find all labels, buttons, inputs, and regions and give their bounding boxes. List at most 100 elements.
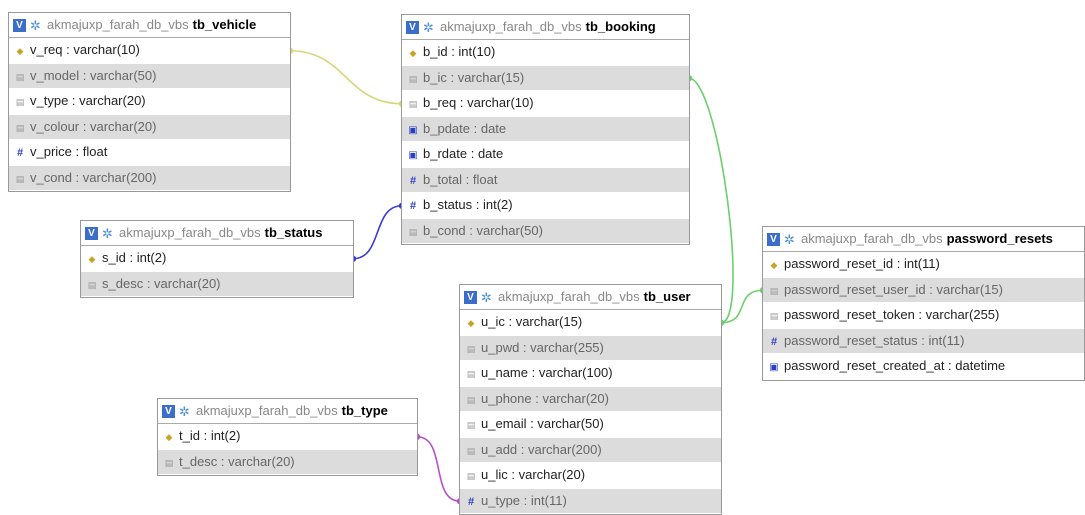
column-name: s_id xyxy=(102,250,126,265)
table-tb-user[interactable]: V ✲ akmajuxp_farah_db_vbs tb_user ◆ u_ic : va… xyxy=(459,284,722,515)
column-separator: : xyxy=(462,171,473,187)
column-separator: : xyxy=(79,67,90,83)
column-row[interactable]: ▤ v_cond : varchar(200) xyxy=(9,165,290,191)
column-row[interactable]: ▤ password_reset_token : varchar(255) xyxy=(763,303,1084,329)
column-type: varchar(20) xyxy=(518,467,586,482)
column-row[interactable]: ▤ u_phone : varchar(20) xyxy=(460,386,721,412)
column-name: b_ic xyxy=(423,69,447,85)
table-tb-status[interactable]: V ✲ akmajuxp_farah_db_vbs tb_status ◆ s_id : … xyxy=(80,220,354,298)
key-icon: ◆ xyxy=(770,260,778,270)
column-row[interactable]: ▣ password_reset_created_at : datetime xyxy=(763,354,1084,380)
numeric-icon: # xyxy=(467,495,475,508)
toggle-columns-button[interactable]: V xyxy=(767,232,780,246)
column-separator: : xyxy=(125,250,137,265)
column-type: varchar(50) xyxy=(89,67,157,83)
column-type: varchar(255) xyxy=(530,339,604,355)
column-name: v_type xyxy=(30,93,69,108)
column-separator: : xyxy=(520,492,531,508)
column-separator: : xyxy=(470,120,481,136)
column-row[interactable]: ◆ s_id : int(2) xyxy=(81,246,353,272)
column-row[interactable]: # password_reset_status : int(11) xyxy=(763,328,1084,354)
column-row[interactable]: ▤ v_type : varchar(20) xyxy=(9,89,290,115)
table-header[interactable]: V ✲ akmajuxp_farah_db_vbs tb_user xyxy=(460,285,721,310)
column-row[interactable]: ◆ u_ic : varchar(15) xyxy=(460,310,721,336)
column-icon: ▤ xyxy=(15,173,25,184)
gear-icon[interactable]: ✲ xyxy=(783,233,796,246)
column-row[interactable]: ◆ b_id : int(10) xyxy=(402,40,689,66)
toggle-columns-button[interactable]: V xyxy=(13,18,26,32)
table-header[interactable]: V ✲ akmajuxp_farah_db_vbs tb_type xyxy=(158,399,417,424)
table-header[interactable]: V ✲ akmajuxp_farah_db_vbs tb_booking xyxy=(402,15,689,40)
column-type: varchar(15) xyxy=(936,281,1003,297)
table-tb-booking[interactable]: V ✲ akmajuxp_farah_db_vbs tb_booking ◆ b_id :… xyxy=(401,14,690,245)
column-row[interactable]: ▤ b_req : varchar(10) xyxy=(402,91,689,117)
toggle-columns-button[interactable]: V xyxy=(162,404,175,418)
column-type: float xyxy=(472,171,498,187)
column-row[interactable]: # b_status : int(2) xyxy=(402,193,689,219)
column-type: varchar(10) xyxy=(73,42,140,57)
gear-icon[interactable]: ✲ xyxy=(101,227,114,240)
column-row[interactable]: ▤ password_reset_user_id : varchar(15) xyxy=(763,277,1084,303)
column-row[interactable]: ▤ u_email : varchar(50) xyxy=(460,412,721,438)
column-icon: ▤ xyxy=(769,311,779,321)
column-type: varchar(255) xyxy=(925,307,1000,322)
column-name: v_model xyxy=(30,67,80,83)
table-header[interactable]: V ✲ akmajuxp_farah_db_vbs password_resets xyxy=(763,227,1084,252)
table-tb-type[interactable]: V ✲ akmajuxp_farah_db_vbs tb_type ◆ t_id : in… xyxy=(157,398,418,476)
gear-icon[interactable]: ✲ xyxy=(178,405,191,418)
gear-icon[interactable]: ✲ xyxy=(422,21,435,34)
column-row[interactable]: ▤ v_model : varchar(50) xyxy=(9,63,290,89)
column-row[interactable]: ▤ u_pwd : varchar(255) xyxy=(460,335,721,361)
table-header[interactable]: V ✲ akmajuxp_farah_db_vbs tb_vehicle xyxy=(9,13,290,38)
column-row[interactable]: ▤ b_cond : varchar(50) xyxy=(402,218,689,244)
column-separator: : xyxy=(893,256,904,271)
table-tb-vehicle[interactable]: V ✲ akmajuxp_farah_db_vbs tb_vehicle ◆ v_req … xyxy=(8,12,291,192)
column-row[interactable]: ◆ t_id : int(2) xyxy=(158,424,417,450)
column-name: u_phone xyxy=(481,390,532,406)
column-name: password_reset_id xyxy=(784,256,894,271)
column-row[interactable]: ◆ v_req : varchar(10) xyxy=(9,38,290,64)
column-icon: ▤ xyxy=(408,226,418,237)
column-name: u_email xyxy=(481,416,527,431)
toggle-columns-button[interactable]: V xyxy=(464,290,477,304)
column-row[interactable]: # b_total : float xyxy=(402,167,689,193)
column-type: varchar(20) xyxy=(228,453,295,469)
column-name: b_pdate xyxy=(423,120,470,136)
column-separator: : xyxy=(527,365,539,380)
database-name: akmajuxp_farah_db_vbs xyxy=(498,289,640,304)
column-icon: ▤ xyxy=(87,279,97,290)
toggle-columns-button[interactable]: V xyxy=(406,20,419,34)
column-row[interactable]: ▤ s_desc : varchar(20) xyxy=(81,271,353,297)
gear-icon[interactable]: ✲ xyxy=(480,291,493,304)
column-separator: : xyxy=(71,144,83,159)
column-row[interactable]: ▣ b_pdate : date xyxy=(402,116,689,142)
column-row[interactable]: # u_type : int(11) xyxy=(460,488,721,514)
column-row[interactable]: ▤ u_lic : varchar(20) xyxy=(460,463,721,489)
column-icon: ▤ xyxy=(466,394,476,405)
column-separator: : xyxy=(526,416,538,431)
table-name: tb_status xyxy=(264,225,323,240)
column-type: int(2) xyxy=(136,250,167,265)
column-row[interactable]: ▤ u_name : varchar(100) xyxy=(460,361,721,387)
toggle-columns-button[interactable]: V xyxy=(85,226,98,240)
date-icon: ▣ xyxy=(769,362,779,373)
column-type: int(10) xyxy=(458,44,496,59)
column-type: float xyxy=(82,144,108,159)
column-row[interactable]: ▤ u_add : varchar(200) xyxy=(460,437,721,463)
column-row[interactable]: ▤ b_ic : varchar(15) xyxy=(402,65,689,91)
column-separator: : xyxy=(465,222,477,238)
column-row[interactable]: ▤ v_colour : varchar(20) xyxy=(9,114,290,140)
column-separator: : xyxy=(519,339,531,355)
table-header[interactable]: V ✲ akmajuxp_farah_db_vbs tb_status xyxy=(81,221,353,246)
column-row[interactable]: # v_price : float xyxy=(9,140,290,166)
column-type: varchar(50) xyxy=(476,222,543,238)
column-row[interactable]: ◆ password_reset_id : int(11) xyxy=(763,252,1084,278)
column-type: varchar(100) xyxy=(538,365,613,380)
table-password-resets[interactable]: V ✲ akmajuxp_farah_db_vbs password_resets ◆ p… xyxy=(762,226,1085,381)
column-row[interactable]: ▣ b_rdate : date xyxy=(402,142,689,168)
column-row[interactable]: ▤ t_desc : varchar(20) xyxy=(158,449,417,475)
column-type: date xyxy=(477,146,504,161)
gear-icon[interactable]: ✲ xyxy=(29,19,42,32)
designer-canvas[interactable]: V ✲ akmajuxp_farah_db_vbs tb_vehicle ◆ v_req … xyxy=(0,0,1085,515)
key-icon: ◆ xyxy=(467,318,475,328)
